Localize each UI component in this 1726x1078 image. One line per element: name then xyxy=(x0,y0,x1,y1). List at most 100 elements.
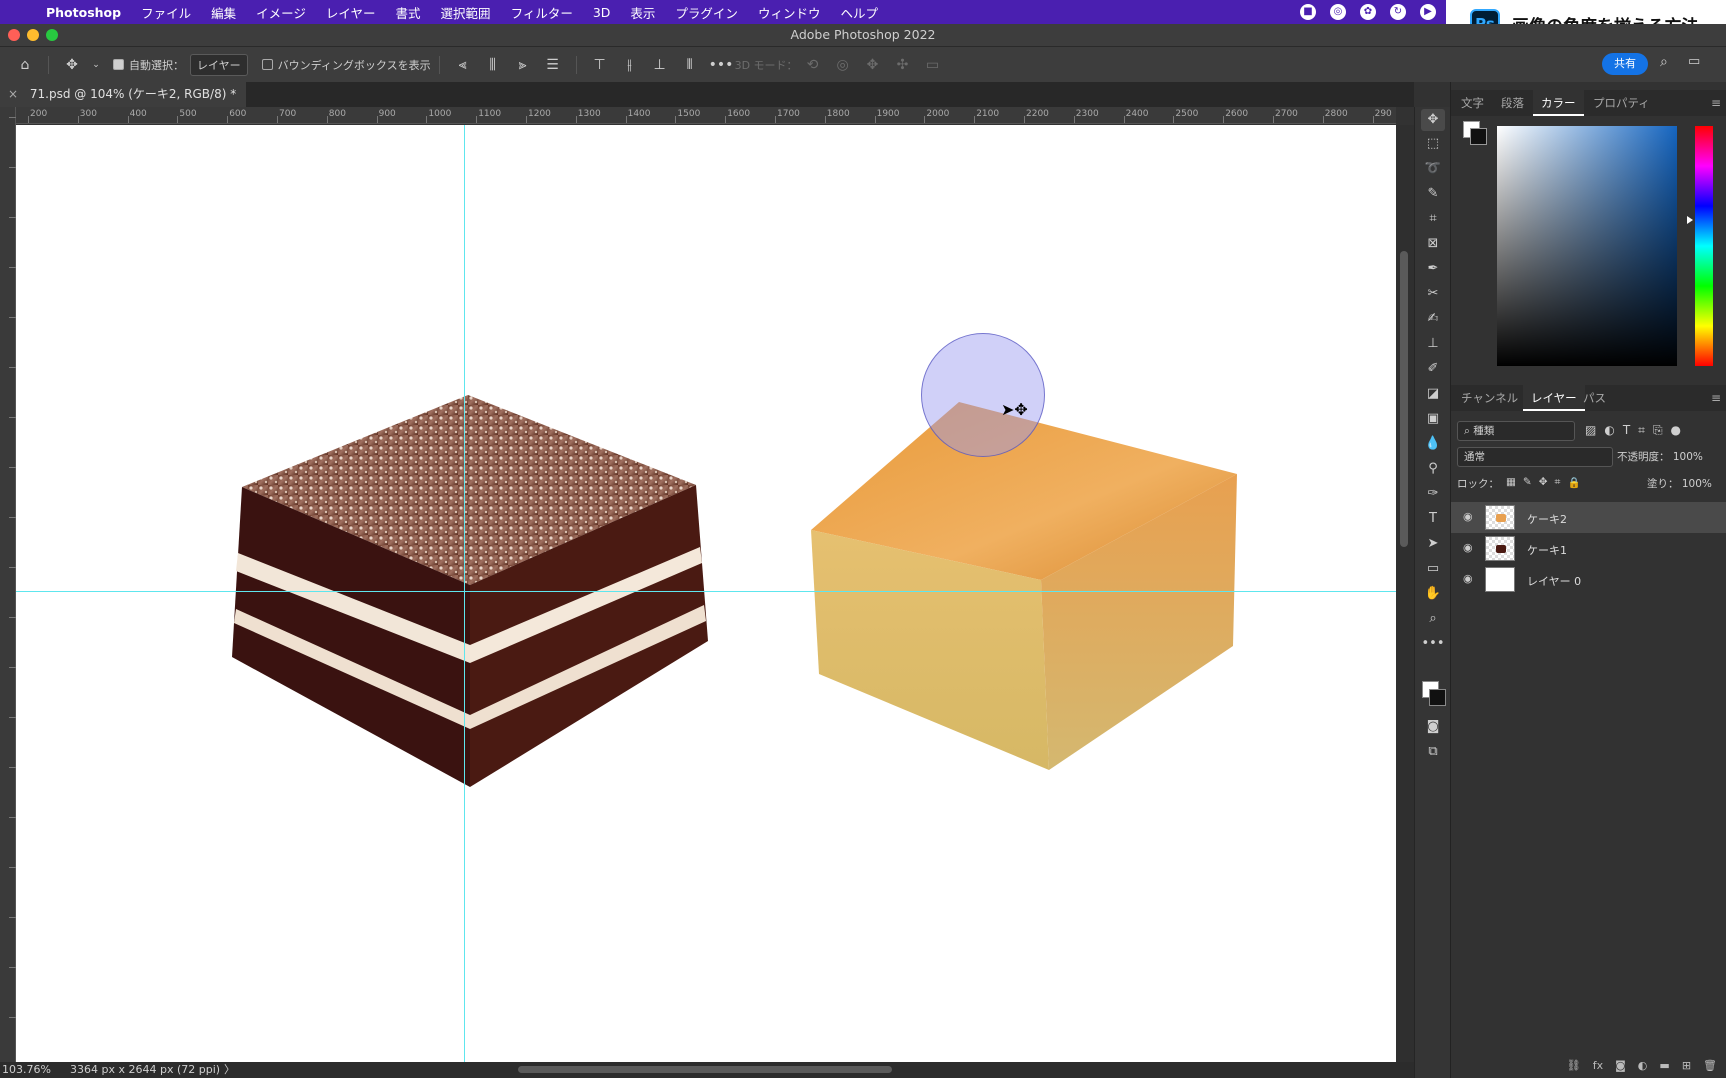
color-panel-background[interactable] xyxy=(1470,128,1487,145)
visibility-eye-icon[interactable]: ◉ xyxy=(1463,572,1473,585)
adjustment-layer-icon[interactable]: ◐ xyxy=(1638,1059,1648,1072)
lock-image-icon[interactable]: ✎ xyxy=(1523,476,1532,491)
status-arrow-icon[interactable]: 〉 xyxy=(224,1062,235,1078)
screen-mode-icon[interactable]: ⧉ xyxy=(1421,741,1445,763)
smart-object-filter-icon[interactable]: ⎘ xyxy=(1653,423,1663,438)
chocolate-cake-layer[interactable] xyxy=(228,395,718,795)
new-layer-icon[interactable]: ⊞ xyxy=(1682,1059,1691,1072)
tab-paragraph[interactable]: 段落 xyxy=(1493,90,1532,116)
layer-name[interactable]: ケーキ2 xyxy=(1527,511,1567,527)
distribute-vertical-icon[interactable]: ⦀ xyxy=(679,54,701,76)
more-tools-icon[interactable]: ••• xyxy=(1421,633,1445,655)
horizontal-ruler[interactable]: 200 300 400 500 600 700 800 900 1000 1100 1200 1300… xyxy=(16,107,1396,124)
zoom-window-button[interactable] xyxy=(46,29,58,41)
menu-layer[interactable]: レイヤー xyxy=(326,3,376,22)
menu-view[interactable]: 表示 xyxy=(630,3,655,22)
document-canvas[interactable]: ➤✥ xyxy=(16,125,1396,1062)
menu-edit[interactable]: 編集 xyxy=(211,3,236,22)
quick-select-tool-icon[interactable]: ✎ xyxy=(1421,183,1445,205)
tab-channels[interactable]: チャンネル xyxy=(1453,385,1526,411)
menu-select[interactable]: 選択範囲 xyxy=(441,3,491,22)
lock-position-icon[interactable]: ✥ xyxy=(1539,476,1548,491)
rectangle-tool-icon[interactable]: ▭ xyxy=(1421,558,1445,580)
tab-character[interactable]: 文字 xyxy=(1453,90,1492,116)
align-middle-icon[interactable]: ⫲ xyxy=(619,54,641,76)
menu-help[interactable]: ヘルプ xyxy=(840,3,878,22)
minimize-window-button[interactable] xyxy=(27,29,39,41)
workspace-icon[interactable]: ▭ xyxy=(1688,54,1700,69)
marquee-tool-icon[interactable]: ⬚ xyxy=(1421,133,1445,155)
distribute-icon[interactable]: ☰ xyxy=(542,54,564,76)
close-window-button[interactable] xyxy=(8,29,20,41)
more-options-icon[interactable]: ••• xyxy=(709,54,734,76)
vertical-ruler[interactable] xyxy=(0,107,16,1062)
share-icon[interactable]: ✿ xyxy=(1360,4,1376,20)
menu-file[interactable]: ファイル xyxy=(141,3,191,22)
shape-filter-icon[interactable]: ⌗ xyxy=(1638,423,1645,438)
quick-mask-icon[interactable]: ◙ xyxy=(1421,716,1445,738)
layer-row[interactable]: ◉ ケーキ1 xyxy=(1451,533,1726,564)
scroll-thumb[interactable] xyxy=(1400,251,1408,547)
visibility-eye-icon[interactable]: ◉ xyxy=(1463,541,1473,554)
pen-tool-icon[interactable]: ✑ xyxy=(1421,483,1445,505)
path-select-tool-icon[interactable]: ➤ xyxy=(1421,533,1445,555)
add-mask-icon[interactable]: ◙ xyxy=(1615,1059,1626,1072)
layer-name[interactable]: ケーキ1 xyxy=(1527,542,1567,558)
opacity-value[interactable]: 100% xyxy=(1673,451,1703,463)
auto-select-checkbox[interactable] xyxy=(113,59,124,70)
filter-toggle-icon[interactable]: ● xyxy=(1671,423,1681,438)
gradient-tool-icon[interactable]: ▣ xyxy=(1421,408,1445,430)
delete-layer-icon[interactable]: 🗑 xyxy=(1703,1059,1717,1072)
eyedropper-tool-icon[interactable]: ✒ xyxy=(1421,258,1445,280)
document-tab[interactable]: × 71.psd @ 104% (ケーキ2, RGB/8) * xyxy=(0,82,246,107)
creative-cloud-icon[interactable]: ◎ xyxy=(1330,4,1346,20)
lock-artboard-icon[interactable]: ⌗ xyxy=(1555,476,1561,491)
menu-app-name[interactable]: Photoshop xyxy=(46,5,121,20)
layer-filter-dropdown[interactable]: ⌕ 種類 xyxy=(1457,421,1575,441)
brush-tool-icon[interactable]: ✍ xyxy=(1421,308,1445,330)
record-icon[interactable]: ■ xyxy=(1300,4,1316,20)
play-icon[interactable]: ▶ xyxy=(1420,4,1436,20)
layer-name[interactable]: レイヤー 0 xyxy=(1527,573,1581,589)
horizontal-guide[interactable] xyxy=(16,591,1396,592)
blur-tool-icon[interactable]: 💧 xyxy=(1421,433,1445,455)
healing-tool-icon[interactable]: ✂ xyxy=(1421,283,1445,305)
dodge-tool-icon[interactable]: ⚲ xyxy=(1421,458,1445,480)
menu-type[interactable]: 書式 xyxy=(396,3,421,22)
align-center-icon[interactable]: ⫼ xyxy=(482,54,504,76)
move-tool-icon[interactable]: ✥ xyxy=(61,54,83,76)
frame-tool-icon[interactable]: ⊠ xyxy=(1421,233,1445,255)
tab-color[interactable]: カラー xyxy=(1533,90,1584,116)
zoom-level[interactable]: 103.76% xyxy=(2,1062,51,1078)
vertical-guide[interactable] xyxy=(464,125,465,1062)
align-left-icon[interactable]: ⫷ xyxy=(452,54,474,76)
move-tool-icon[interactable]: ✥ xyxy=(1421,109,1445,131)
auto-select-target-dropdown[interactable]: レイヤー xyxy=(190,53,248,76)
layer-row[interactable]: ◉ ケーキ2 xyxy=(1451,502,1726,533)
align-bottom-icon[interactable]: ⊥ xyxy=(649,54,671,76)
menu-3d[interactable]: 3D xyxy=(593,5,611,20)
panel-menu-icon[interactable]: ≡ xyxy=(1711,96,1721,110)
menu-filter[interactable]: フィルター xyxy=(511,3,573,22)
menu-plugins[interactable]: プラグイン xyxy=(675,3,738,22)
adjustment-filter-icon[interactable]: ◐ xyxy=(1604,423,1614,438)
panel-menu-icon[interactable]: ≡ xyxy=(1711,391,1721,405)
menu-window[interactable]: ウィンドウ xyxy=(758,3,821,22)
close-tab-icon[interactable]: × xyxy=(8,87,18,101)
sync-icon[interactable]: ↻ xyxy=(1390,4,1406,20)
zoom-tool-icon[interactable]: ⌕ xyxy=(1421,608,1445,630)
history-brush-tool-icon[interactable]: ✐ xyxy=(1421,358,1445,380)
blend-mode-dropdown[interactable]: 通常 xyxy=(1457,447,1613,467)
hand-tool-icon[interactable]: ✋ xyxy=(1421,583,1445,605)
hue-slider[interactable] xyxy=(1695,126,1713,366)
chevron-down-icon[interactable]: ⌄ xyxy=(91,54,101,76)
home-icon[interactable]: ⌂ xyxy=(14,54,36,76)
new-group-icon[interactable]: ▬ xyxy=(1659,1059,1669,1072)
crop-tool-icon[interactable]: ⌗ xyxy=(1421,208,1445,230)
image-filter-icon[interactable]: ▨ xyxy=(1585,423,1596,438)
lock-all-icon[interactable]: 🔒 xyxy=(1567,476,1580,491)
share-button[interactable]: 共有 xyxy=(1602,53,1648,75)
type-filter-icon[interactable]: T xyxy=(1623,423,1630,438)
type-tool-icon[interactable]: T xyxy=(1421,508,1445,530)
horizontal-scroll-thumb[interactable] xyxy=(518,1066,892,1073)
